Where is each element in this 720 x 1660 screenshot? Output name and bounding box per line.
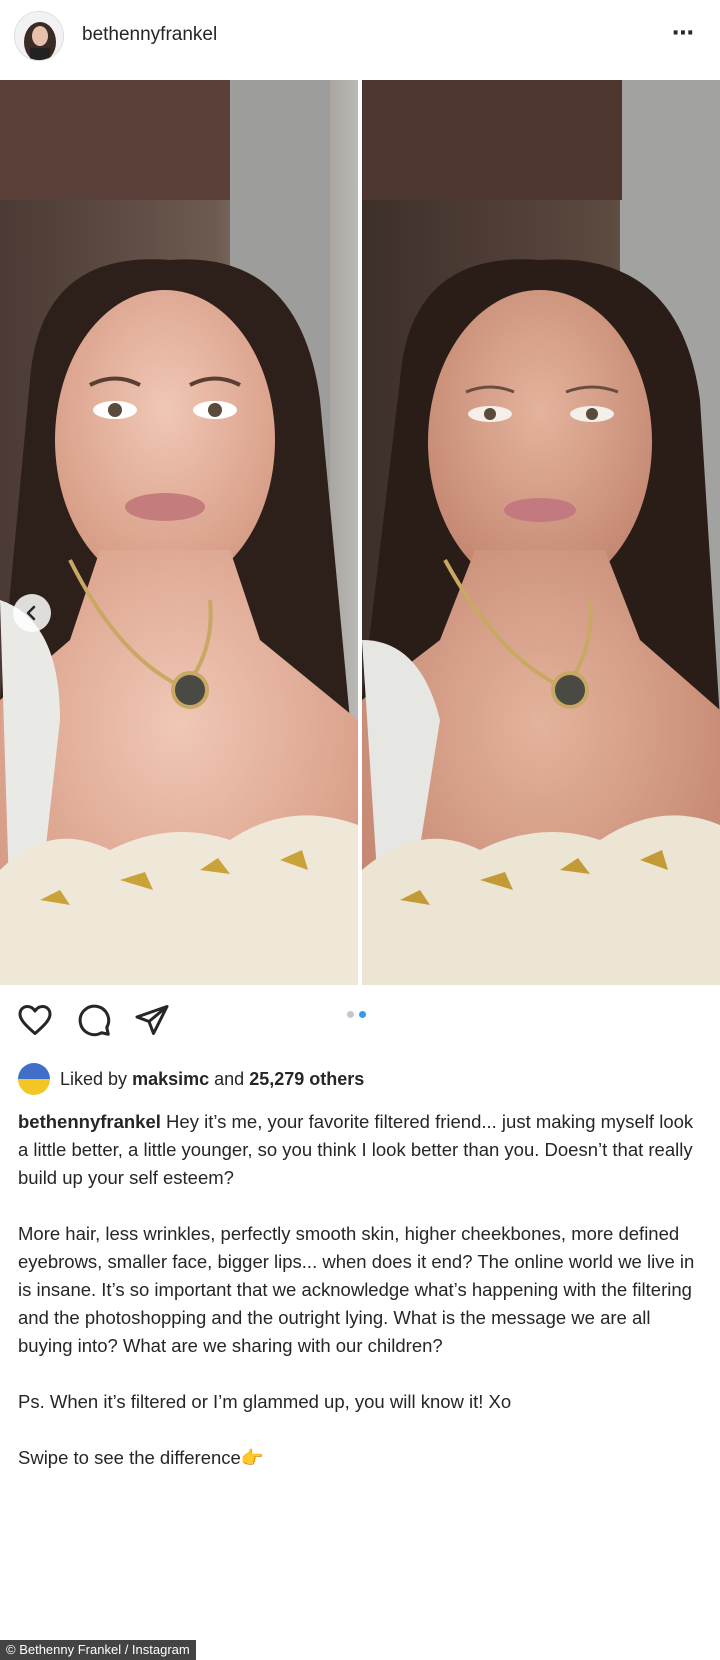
avatar[interactable] <box>14 11 64 61</box>
carousel-dot <box>347 1011 354 1018</box>
liker-avatar-ukraine-flag[interactable] <box>18 1063 50 1095</box>
post-caption: bethennyfrankel Hey it’s me, your favori… <box>18 1108 708 1500</box>
caption-paragraph-4: Swipe to see the difference👉 <box>18 1447 264 1468</box>
carousel-dot-active <box>359 1011 366 1018</box>
likes-prefix: Liked by <box>60 1068 128 1089</box>
heart-icon[interactable] <box>16 1002 54 1038</box>
post-header: bethennyfrankel ⋯ <box>0 0 720 72</box>
post-actions <box>0 990 720 1050</box>
likes-middle: and <box>214 1068 245 1089</box>
liker-username[interactable]: maksimc <box>132 1069 209 1090</box>
carousel-indicator <box>347 1011 366 1018</box>
carousel-previous-button[interactable] <box>13 594 51 632</box>
comment-icon[interactable] <box>76 1002 112 1038</box>
chevron-left-icon <box>26 605 36 621</box>
likes-row: Liked by maksimc and 25,279 others <box>18 1062 364 1096</box>
caption-paragraph-3: Ps. When it’s filtered or I’m glammed up… <box>18 1391 512 1412</box>
post-media[interactable] <box>0 80 720 985</box>
selfie-comparison-image <box>0 80 720 985</box>
share-icon[interactable] <box>134 1002 170 1038</box>
image-credit: © Bethenny Frankel / Instagram <box>0 1640 196 1660</box>
likes-count[interactable]: 25,279 others <box>249 1069 364 1090</box>
caption-username[interactable]: bethennyfrankel <box>18 1111 161 1132</box>
more-options-icon[interactable]: ⋯ <box>672 20 695 46</box>
post-username[interactable]: bethennyfrankel <box>82 24 217 46</box>
caption-paragraph-2: More hair, less wrinkles, perfectly smoo… <box>18 1223 695 1356</box>
